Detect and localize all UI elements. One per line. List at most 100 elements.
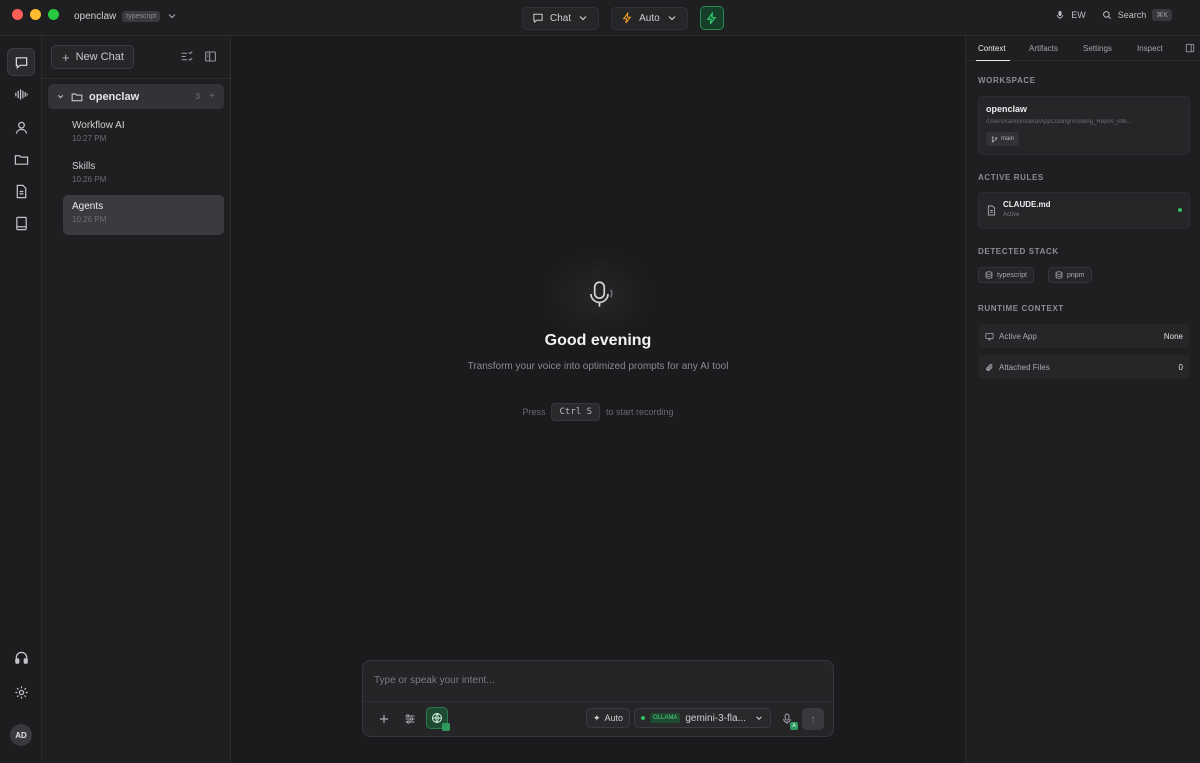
avatar[interactable]: AD [10,724,32,746]
divider [363,701,833,702]
chevron-down-icon [756,716,762,720]
branch-name: main [1001,136,1015,142]
subtitle: Transform your voice into optimized prom… [467,361,729,372]
attach-button[interactable] [374,709,394,729]
folder-openclaw[interactable]: openclaw 3 + [48,84,224,109]
chat-title: Agents [72,201,104,212]
rail-book-button[interactable] [7,209,35,237]
rule-card[interactable]: CLAUDE.md Active [978,192,1190,229]
headphones-icon [14,651,28,664]
chat-time: 10:26 PM [72,175,107,184]
prompt-input[interactable] [374,671,814,689]
chat-bubble-icon [533,13,543,24]
minimize-window-button[interactable] [30,9,41,20]
close-window-button[interactable] [12,9,23,20]
workspace-path: /Users/carlosrodera/AppCoding/Vcoding_Re… [986,119,1132,125]
send-button[interactable]: ↑ [802,708,824,730]
panel-toggle-icon[interactable] [1185,43,1195,53]
new-chat-label: New Chat [75,51,124,63]
layers-icon [1055,271,1063,279]
arrow-up-icon: ↑ [810,713,816,725]
chat-title: Skills [72,161,96,172]
icon-rail: AD [0,36,42,763]
bolt-icon [706,11,717,24]
main-area: Good evening Transform your voice into o… [231,36,965,763]
voice-profile-button[interactable]: EW [1055,10,1086,20]
chat-item-skills[interactable]: Skills 10:26 PM [63,155,224,195]
rules-heading: ACTIVE RULES [978,173,1044,182]
paperclip-icon [986,363,993,371]
context-panel: Context Artifacts Settings Inspect WORKS… [965,36,1200,763]
folder-open-icon [71,93,83,101]
status-dot [641,716,645,720]
search-button[interactable]: Search ⌘K [1102,9,1172,21]
chevron-down-icon [668,16,676,21]
web-search-toggle[interactable] [426,707,450,731]
auto-mode-chip[interactable]: ✦ Auto [586,708,631,728]
book-icon [15,216,27,230]
runtime-value: 0 [1178,362,1183,372]
rail-profile-button[interactable] [7,113,35,141]
chevron-down-icon [57,95,64,99]
workspace-heading: WORKSPACE [978,76,1036,85]
branch-badge: main [986,132,1020,146]
quick-action-button[interactable] [699,6,724,30]
hint-suffix: to start recording [606,407,674,417]
runtime-label: Attached Files [999,362,1050,372]
new-chat-button[interactable]: + New Chat [51,45,134,69]
rail-settings-button[interactable] [7,678,35,706]
microphone-icon [1057,10,1064,20]
auto-label: Auto [604,713,624,723]
gear-icon [14,685,28,699]
rail-folder-button[interactable] [7,145,35,173]
filter-list-icon[interactable] [180,50,193,63]
search-icon [1102,11,1111,20]
rail-chat-button[interactable] [7,48,35,76]
collapse-sidebar-icon[interactable] [204,50,217,63]
folder-add-button[interactable]: + [209,91,215,102]
rail-voice-button[interactable] [7,80,35,108]
waveform-icon [14,88,28,100]
dictate-button[interactable]: A [777,709,798,730]
chat-item-agents[interactable]: Agents 10:26 PM [63,195,224,235]
model-selector[interactable]: OLLAMA gemini-3-fla... [634,708,771,728]
status-badge [442,723,450,731]
runtime-value: None [1163,331,1183,341]
auto-dropdown[interactable]: Auto [611,6,688,30]
active-tab-indicator [976,60,1010,61]
divider [42,78,230,79]
bolt-icon [622,12,632,24]
mode-dropdown[interactable]: Chat [522,6,600,30]
chat-time: 10:27 PM [72,134,107,143]
folder-count: 3 [195,92,200,101]
hint-prefix: Press [522,407,546,417]
workspace-switcher[interactable]: openclaw typescript [74,10,178,22]
mic-badge: A [790,722,798,730]
workspace-title: openclaw [986,104,1028,114]
tab-context[interactable]: Context [978,44,1006,53]
folder-name: openclaw [89,90,140,103]
file-icon [987,205,996,216]
search-label: Search [1117,10,1147,20]
microphone-icon[interactable] [583,278,617,312]
tab-settings[interactable]: Settings [1083,44,1112,53]
options-button[interactable] [400,709,420,729]
chat-item-workflow-ai[interactable]: Workflow AI 10:27 PM [63,114,224,154]
chat-sidebar: + New Chat openclaw 3 + Workflow AI 10:2… [42,36,231,763]
mode-label: Chat [550,12,572,24]
status-dot [1178,208,1182,212]
plus-icon: + [62,49,70,65]
search-shortcut: ⌘K [1152,9,1172,21]
workspace-badge: typescript [122,10,161,22]
rule-status: Active [1003,212,1020,218]
rail-document-button[interactable] [7,177,35,205]
tab-inspect[interactable]: Inspect [1137,44,1163,53]
rail-headphones-button[interactable] [7,643,35,671]
tab-artifacts[interactable]: Artifacts [1029,44,1058,53]
zoom-window-button[interactable] [48,9,59,20]
layers-icon [985,271,993,279]
model-name: gemini-3-fla... [685,712,746,724]
workspace-name: openclaw [74,10,117,22]
chat-title: Workflow AI [72,120,125,131]
stack-label: pnpm [1067,271,1085,279]
